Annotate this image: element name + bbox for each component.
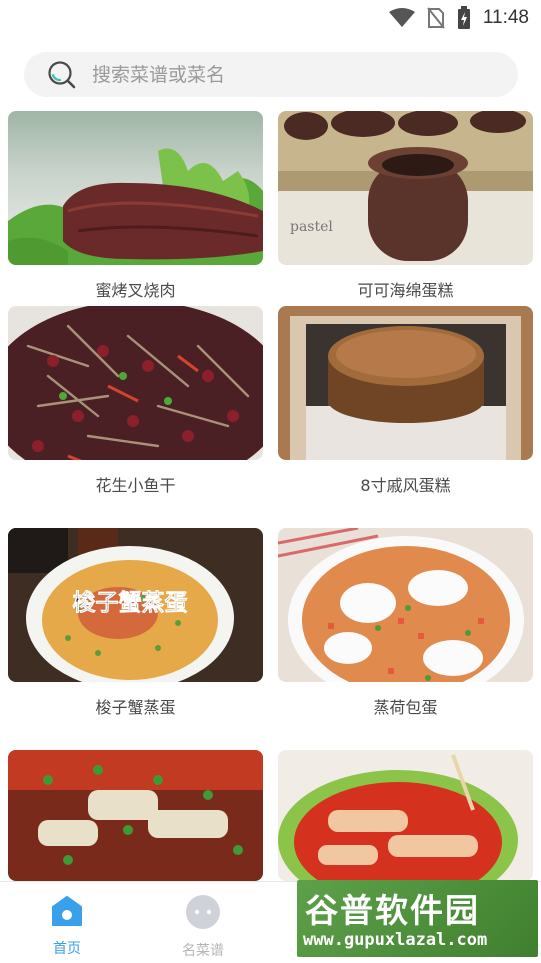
- nav-home[interactable]: 首页: [22, 894, 112, 958]
- recipe-name: 梭子蟹蒸蛋: [95, 698, 176, 717]
- nav-famous-recipes[interactable]: 名菜谱: [158, 894, 248, 960]
- recipe-image[interactable]: [278, 750, 533, 881]
- search-bar[interactable]: [24, 52, 518, 97]
- recipe-card[interactable]: 8寸戚风蛋糕: [278, 306, 533, 495]
- recipe-image[interactable]: [8, 306, 263, 460]
- recipe-image[interactable]: [278, 528, 533, 682]
- watermark-logo: 谷普软件园 www.gupuxlazal.com: [297, 880, 538, 957]
- status-icons: 11:48: [388, 6, 529, 30]
- recipe-name: 可可海绵蛋糕: [357, 281, 454, 300]
- status-time: 11:48: [482, 7, 529, 28]
- recipe-card[interactable]: 花生小鱼干: [8, 306, 263, 495]
- recipe-image[interactable]: 梭子蟹蒸蛋: [8, 528, 263, 682]
- nav-home-label: 首页: [53, 941, 81, 957]
- recipe-grid: 蜜烤叉烧肉 pastel 可可海绵蛋糕 花生小鱼干 8寸戚风蛋糕 梭子蟹蒸蛋 梭…: [0, 111, 541, 881]
- recipe-card[interactable]: 蒸荷包蛋: [278, 528, 533, 717]
- watermark-title: 谷普软件园: [305, 891, 480, 930]
- recipe-card[interactable]: pastel 可可海绵蛋糕: [278, 111, 533, 300]
- recipe-name: 蜜烤叉烧肉: [95, 281, 176, 300]
- wifi-icon: [388, 8, 415, 27]
- battery-charging-icon: [457, 6, 470, 29]
- chat-icon: [186, 895, 220, 929]
- nav-famous-recipes-label: 名菜谱: [182, 943, 224, 959]
- search-input[interactable]: [92, 63, 472, 86]
- recipe-name: 8寸戚风蛋糕: [360, 476, 451, 495]
- home-icon: [52, 896, 82, 926]
- recipe-image[interactable]: [8, 750, 263, 881]
- status-bar: 11:48: [0, 0, 541, 36]
- recipe-card[interactable]: 蜜烤叉烧肉: [8, 111, 263, 300]
- recipe-name: 花生小鱼干: [95, 476, 176, 495]
- search-icon: [48, 60, 76, 88]
- recipe-card[interactable]: [278, 750, 533, 881]
- svg-text:pastel: pastel: [290, 219, 333, 235]
- recipe-card[interactable]: 梭子蟹蒸蛋 梭子蟹蒸蛋: [8, 528, 263, 717]
- recipe-card[interactable]: [8, 750, 263, 881]
- watermark-url: www.gupuxlazal.com: [303, 930, 488, 950]
- recipe-image[interactable]: [8, 111, 263, 265]
- recipe-image-caption: 梭子蟹蒸蛋: [73, 589, 188, 616]
- recipe-image[interactable]: [278, 306, 533, 460]
- recipe-name: 蒸荷包蛋: [373, 698, 438, 717]
- no-sim-icon: [427, 7, 445, 29]
- recipe-image[interactable]: pastel: [278, 111, 533, 265]
